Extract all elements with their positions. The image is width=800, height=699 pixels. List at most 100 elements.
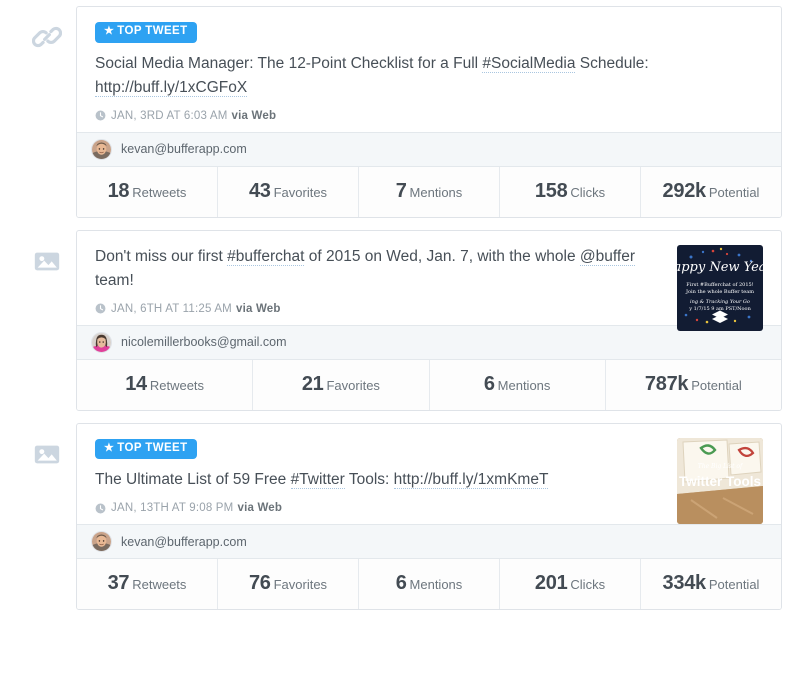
tweet-author-bar[interactable]: nicolemillerbooks@gmail.com [77,324,781,360]
stat-label: Retweets [132,184,187,200]
author-email: kevan@bufferapp.com [121,142,247,157]
tweet-text-segment: team! [95,271,134,289]
avatar-kevan-glyph [92,139,111,159]
tweet-stats-row: 14 Retweets 21 Favorites 6 Mentions 787k Potent… [77,359,781,410]
tweet-source: via Web [235,302,281,315]
clock-icon [95,303,106,314]
svg-text:appy New Yea: appy New Yea [677,260,763,275]
tweet-text-segment: Tools: [344,471,394,489]
stat-label: Retweets [132,577,187,593]
tweet-meta: JAN, 6TH AT 11:25 AM via Web [95,303,763,319]
stat-clicks: 201 Clicks [499,559,640,610]
tweet-media-thumbnail[interactable]: appy New Yea First #Bufferchat of 2015! Jo… [677,244,763,331]
tweet-feed-list: ★ TOP TWEET Social Media Manager: The 12-P… [0,0,800,611]
tweet-timestamp: JAN, 3RD AT 6:03 AM [111,109,228,122]
stat-value: 21 [301,372,324,395]
clock-icon [95,110,106,121]
stat-potential: 292k Potential [640,166,781,217]
image-icon [18,230,76,276]
tweet-meta: JAN, 13TH AT 9:08 PM via Web [95,502,763,518]
tweet-card[interactable]: ★ TOP TWEET Social Media Manager: The 12-P… [76,6,782,218]
svg-text:Join the whole Buffer team: Join the whole Buffer team [685,289,754,295]
stat-label: Clicks [570,184,606,200]
stat-mentions: 7 Mentions [358,166,499,217]
stat-value: 14 [125,372,147,395]
svg-text:ing & Tracking Your Go: ing & Tracking Your Go [690,299,750,305]
author-email: nicolemillerbooks@gmail.com [121,335,287,350]
stat-mentions: 6 Mentions [428,359,605,410]
tweet-card-row: Don't miss our first #bufferchat of 2015… [0,229,800,411]
tweet-text-link[interactable]: http://buff.ly/1xmKmeT [393,471,549,490]
image-icon-glyph [34,252,60,270]
tweet-media-thumbnail[interactable]: The Big List of Twitter Tools [677,437,763,524]
tweet-stats-row: 18 Retweets 43 Favorites 7 Mentions 158 Clicks 2… [77,166,781,217]
stat-label: Potential [708,184,760,200]
stat-value: 18 [107,179,130,202]
stat-label: Mentions [409,184,463,200]
stat-value: 292k [662,179,707,202]
stat-mentions: 6 Mentions [358,559,499,610]
stat-favorites: 21 Favorites [252,359,428,410]
tweet-text-link[interactable]: #Twitter [290,471,345,490]
stat-label: Potential [708,577,760,593]
tweet-text-segment: Schedule: [575,54,649,72]
tweet-text: Don't miss our first #bufferchat of 2015… [95,245,663,293]
stat-label: Retweets [149,377,205,393]
tweet-card-body: Don't miss our first #bufferchat of 2015… [77,231,781,331]
stat-label: Clicks [570,577,606,593]
stat-label: Favorites [326,377,380,393]
star-icon: ★ [104,441,115,454]
svg-text:First #Bufferchat of 2015!: First #Bufferchat of 2015! [686,282,753,288]
tweet-timestamp: JAN, 13TH AT 9:08 PM [111,502,234,515]
tweet-text-segment: The Ultimate List of 59 Free [95,471,291,489]
tweet-card[interactable]: ★ TOP TWEET The Ultimate List of 59 Free #… [76,422,782,611]
stat-value: 6 [395,572,407,595]
stat-value: 787k [644,372,689,395]
tweet-text-segment: Don't miss our first [95,247,228,265]
stat-favorites: 76 Favorites [217,559,358,610]
tweet-card-body: ★ TOP TWEET The Ultimate List of 59 Free #… [77,424,781,525]
stat-potential: 787k Potential [604,359,781,410]
clock-icon-glyph [95,110,106,121]
clock-icon-glyph [95,503,106,514]
tweet-text-link[interactable]: @buffer [579,247,635,266]
top-tweet-badge: ★ TOP TWEET [95,438,197,460]
stat-value: 158 [534,179,568,202]
avatar [91,138,112,160]
link-icon-glyph [32,26,62,48]
svg-text:The Big List of: The Big List of [698,463,744,470]
top-tweet-badge: ★ TOP TWEET [95,22,197,43]
twitter-tools-thumbnail-glyph: The Big List of Twitter Tools [677,437,763,524]
avatar [91,531,112,553]
tweet-card-row: ★ TOP TWEET Social Media Manager: The 12-P… [0,6,800,218]
stat-value: 37 [107,572,130,595]
tweet-text: The Ultimate List of 59 Free #Twitter To… [95,468,663,492]
tweet-text-link[interactable]: #SocialMedia [482,54,576,73]
stat-value: 334k [662,572,707,595]
tweet-text: Social Media Manager: The 12-Point Check… [95,52,663,100]
stat-favorites: 43 Favorites [217,166,358,217]
stat-value: 7 [395,179,407,202]
tweet-author-bar[interactable]: kevan@bufferapp.com [77,524,781,560]
stat-label: Favorites [273,184,328,200]
svg-text:Twitter Tools: Twitter Tools [679,474,761,489]
stat-retweets: 18 Retweets [77,167,217,217]
tweet-text-link[interactable]: http://buff.ly/1xCGFoX [95,78,248,97]
tweet-text-link[interactable]: #bufferchat [227,247,305,266]
tweet-text-segment: Social Media Manager: The 12-Point Check… [95,54,483,72]
tweet-timestamp: JAN, 6TH AT 11:25 AM [111,302,232,315]
stat-retweets: 14 Retweets [77,360,252,410]
stat-label: Favorites [273,577,328,593]
stat-value: 43 [248,179,271,202]
tweet-stats-row: 37 Retweets 76 Favorites 6 Mentions 201 Clicks 3… [77,559,781,610]
tweet-source: via Web [237,502,283,515]
stat-value: 6 [483,372,495,395]
tweet-meta: JAN, 3RD AT 6:03 AM via Web [95,110,763,126]
tweet-card[interactable]: Don't miss our first #bufferchat of 2015… [76,229,782,411]
avatar [91,331,112,353]
avatar-nicole-glyph [92,332,111,352]
tweet-author-bar[interactable]: kevan@bufferapp.com [77,131,781,167]
link-icon [18,6,76,52]
stat-potential: 334k Potential [640,559,781,610]
tweet-source: via Web [231,109,277,122]
